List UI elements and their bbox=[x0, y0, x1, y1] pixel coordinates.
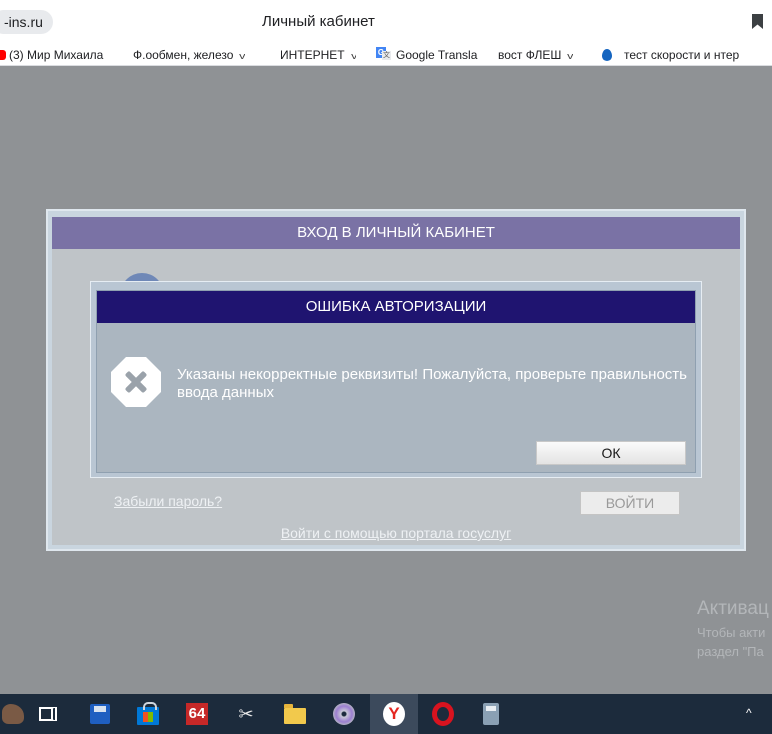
gosuslugi-login-link[interactable]: Войти с помощью портала госуслуг bbox=[52, 525, 740, 541]
bookmark-item-mir-mikhaila[interactable]: (3) Мир Михаила bbox=[0, 47, 118, 63]
scissors-icon: ✂ bbox=[238, 703, 254, 724]
login-title: ВХОД В ЛИЧНЫЙ КАБИНЕТ bbox=[52, 217, 740, 249]
bookmark-item-speedtest[interactable]: тест скорости и нтер bbox=[602, 47, 772, 63]
bookmark-icon[interactable] bbox=[752, 14, 763, 29]
chevron-down-icon: v bbox=[567, 48, 572, 63]
task-view-icon bbox=[37, 703, 59, 725]
taskbar-snipping-app[interactable]: ✂ bbox=[222, 694, 270, 734]
bookmarks-bar: (3) Мир Михаила Ф.ообмен, железо v ИНТЕРН… bbox=[0, 44, 772, 66]
bookmark-folder-vost-flesh[interactable]: вост ФЛЕШ v bbox=[498, 47, 573, 63]
login-button[interactable]: ВОЙТИ bbox=[580, 491, 680, 515]
taskbar-calculator-app[interactable] bbox=[467, 694, 515, 734]
dialog-title: ОШИБКА АВТОРИЗАЦИИ bbox=[97, 291, 695, 323]
task-view-button[interactable] bbox=[24, 694, 72, 734]
page-title: Личный кабинет bbox=[262, 13, 375, 30]
floppy-icon bbox=[89, 703, 111, 725]
bookmark-folder-fobmen[interactable]: Ф.ообмен, железо v bbox=[133, 47, 245, 63]
taskbar-store-app[interactable] bbox=[124, 694, 172, 734]
bookmark-label: Google Transla bbox=[396, 48, 478, 62]
disc-icon bbox=[333, 703, 355, 725]
activation-watermark-title: Активац bbox=[697, 598, 769, 619]
auth-error-dialog: ОШИБКА АВТОРИЗАЦИИ Указаны некорректные … bbox=[90, 281, 702, 478]
calculator-icon bbox=[480, 703, 502, 725]
forgot-password-link[interactable]: Забыли пароль? bbox=[114, 493, 222, 509]
chevron-down-icon: v bbox=[351, 48, 356, 63]
aida64-icon: 64 bbox=[186, 703, 208, 725]
taskbar-explorer-app[interactable] bbox=[271, 694, 319, 734]
bookmark-label: ИНТЕРНЕТ bbox=[280, 48, 345, 62]
bookmark-item-google-translate[interactable]: Google Transla bbox=[376, 47, 484, 63]
speedtest-drop-icon bbox=[602, 49, 612, 61]
bookmark-folder-internet[interactable]: ИНТЕРНЕТ v bbox=[280, 47, 356, 63]
auth-error-dialog-body: ОШИБКА АВТОРИЗАЦИИ Указаны некорректные … bbox=[96, 290, 696, 473]
opera-icon bbox=[432, 702, 454, 726]
error-x-icon bbox=[111, 357, 161, 407]
taskbar-aida64-app[interactable]: 64 bbox=[173, 694, 221, 734]
activation-watermark-line: раздел "Па bbox=[697, 644, 764, 659]
taskbar-save-app[interactable] bbox=[76, 694, 124, 734]
taskbar-yandex-browser-app[interactable]: Y bbox=[370, 694, 418, 734]
google-translate-icon bbox=[376, 47, 392, 61]
taskbar: 64 ✂ Y ^ bbox=[0, 694, 772, 734]
tray-expand-icon[interactable]: ^ bbox=[746, 706, 752, 720]
bookmark-label: Ф.ообмен, железо bbox=[133, 48, 234, 62]
folder-icon bbox=[284, 703, 306, 725]
browser-tab-bar: -ins.ru Личный кабинет bbox=[0, 0, 772, 44]
taskbar-media-app[interactable] bbox=[320, 694, 368, 734]
store-icon bbox=[137, 702, 159, 725]
activation-watermark-line: Чтобы акти bbox=[697, 625, 766, 640]
error-message: Указаны некорректные реквизиты! Пожалуйс… bbox=[177, 366, 687, 401]
yandex-icon: Y bbox=[383, 702, 405, 726]
bookmark-label: вост ФЛЕШ bbox=[498, 48, 562, 62]
bookmark-label: тест скорости и нтер bbox=[624, 48, 740, 62]
bookmark-label: (3) Мир Михаила bbox=[9, 48, 104, 62]
taskbar-opera-app[interactable] bbox=[419, 694, 467, 734]
chevron-down-icon: v bbox=[239, 48, 244, 63]
address-bar[interactable]: -ins.ru bbox=[0, 10, 53, 34]
youtube-icon bbox=[0, 50, 6, 60]
ok-button[interactable]: ОК bbox=[536, 441, 686, 465]
